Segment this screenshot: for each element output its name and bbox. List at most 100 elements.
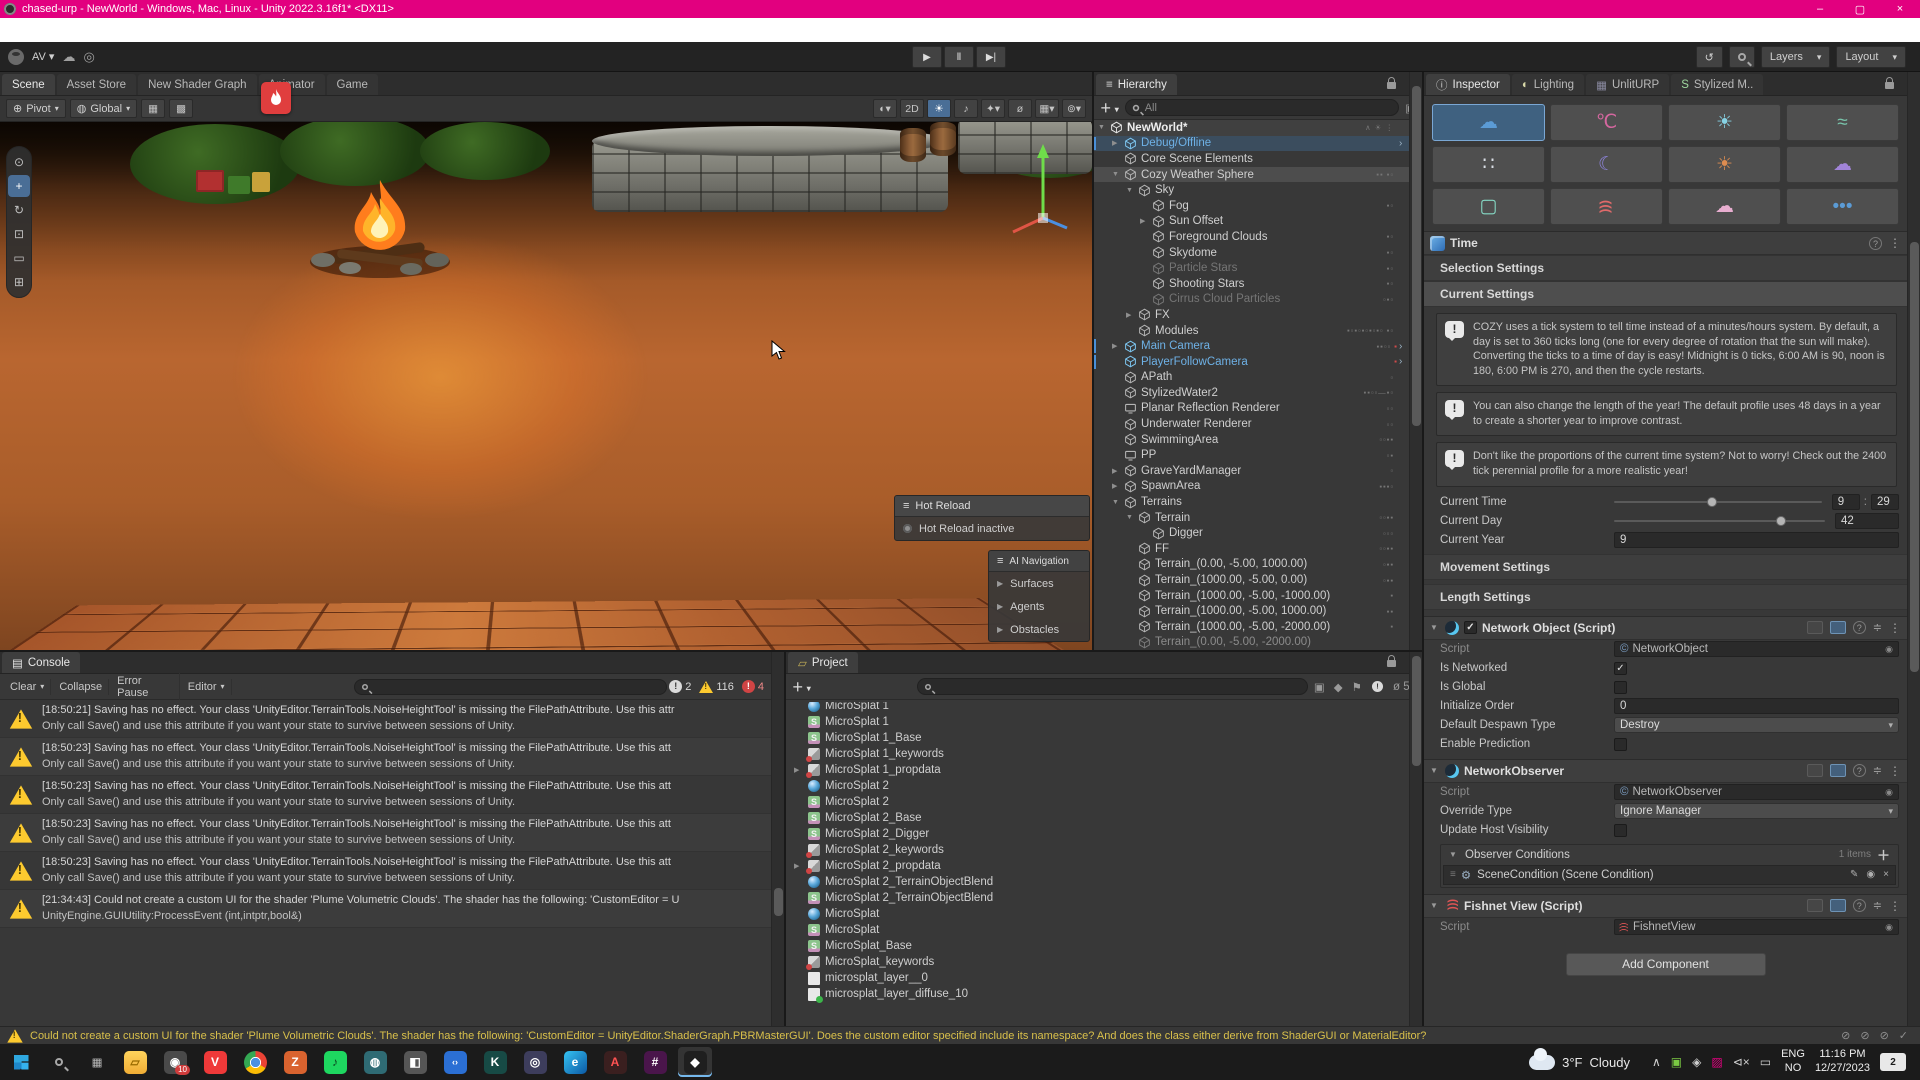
ai-navigation-item[interactable]: ▶ Surfaces (989, 572, 1089, 595)
foldout-arrow-icon[interactable]: ▼ (1430, 901, 1440, 910)
console-log-entry[interactable]: [18:50:23] Saving has no effect. Your cl… (0, 814, 771, 852)
kebab-menu-icon[interactable]: ⋮ (1889, 764, 1901, 778)
asset-filter-icon[interactable]: ◆ (1334, 680, 1343, 694)
current-time-minutes-field[interactable]: 29 (1871, 494, 1899, 510)
ai-navigation-header[interactable]: ≡ AI Navigation (989, 551, 1089, 572)
default-despawn-dropdown[interactable]: Destroy▾ (1614, 717, 1899, 733)
lock-icon[interactable] (1387, 660, 1396, 667)
ai-navigation-item[interactable]: ▶ Agents (989, 595, 1089, 618)
preset-sliders-icon[interactable]: ≑ (1873, 899, 1882, 912)
error-pause-button[interactable]: Error Pause (111, 673, 180, 701)
menu-item[interactable] (308, 18, 330, 42)
mute-notifications-icon[interactable]: ⊘ (1841, 1029, 1850, 1042)
hierarchy-row[interactable]: ▶ GraveYardManager ▫ (1094, 463, 1409, 479)
debug-view-icon[interactable] (1830, 764, 1846, 777)
project-asset-row[interactable]: MicroSplat 2_TerrainObjectBlend (808, 890, 1409, 906)
time-component-header[interactable]: Time ? ⋮ (1424, 231, 1907, 255)
undo-history-button[interactable]: ↺ (1696, 46, 1723, 68)
selection-settings-header[interactable]: Selection Settings (1424, 255, 1907, 281)
scene-lighting-toggle[interactable]: ☀ (927, 99, 951, 118)
hierarchy-row[interactable]: APath ▫ (1094, 370, 1409, 386)
taskbar-weather[interactable]: 3°F Cloudy (1529, 1055, 1630, 1070)
foldout-arrow-icon[interactable]: ▼ (1430, 766, 1440, 775)
scene-tool-button[interactable]: ⊞ (8, 271, 30, 293)
object-picker-icon[interactable]: ◉ (1885, 787, 1893, 798)
foldout-arrow-icon[interactable]: ▶ (1112, 139, 1122, 147)
inspector-tab[interactable]: ⓘ Inspector (1426, 74, 1510, 95)
step-button[interactable]: ▶| (976, 46, 1006, 68)
hierarchy-row[interactable]: Skydome ▪▫ (1094, 245, 1409, 261)
grid-visibility-dropdown[interactable]: ▦▾ (1035, 99, 1059, 118)
hierarchy-row[interactable]: StylizedWater2 ▪▪▫▫—▪▫ (1094, 385, 1409, 401)
inspector-tab[interactable]: ▦ UnlitURP (1586, 74, 1669, 95)
project-asset-row[interactable]: MicroSplat (808, 906, 1409, 922)
help-icon[interactable]: ? (1869, 237, 1882, 250)
hierarchy-row[interactable]: Terrain_(1000.00, -5.00, 1000.00) ▪▪ (1094, 603, 1409, 619)
menu-item[interactable] (176, 18, 198, 42)
menu-item[interactable] (132, 18, 154, 42)
current-settings-header[interactable]: Current Settings (1424, 281, 1907, 307)
hierarchy-row[interactable]: ▼ Cozy Weather Sphere ▪▪ ▪▫ (1094, 167, 1409, 183)
update-host-visibility-checkbox[interactable] (1614, 824, 1627, 837)
object-picker-icon[interactable]: ◉ (1885, 644, 1893, 655)
project-asset-row[interactable]: MicroSplat 2_Digger (808, 826, 1409, 842)
scene-tool-button[interactable]: + (8, 175, 30, 197)
remove-icon[interactable]: × (1883, 869, 1889, 880)
project-asset-row[interactable]: MicroSplat_Base (808, 938, 1409, 954)
notification-center-button[interactable]: 2 (1880, 1053, 1906, 1071)
hierarchy-row[interactable]: Terrain_(1000.00, -5.00, -1000.00) ▪ (1094, 588, 1409, 604)
hierarchy-row[interactable]: PlayerFollowCamera ▪ › (1094, 354, 1409, 370)
project-asset-row[interactable]: MicroSplat (808, 922, 1409, 938)
menu-item[interactable] (330, 18, 352, 42)
global-dropdown[interactable]: ◍ Global ▾ (70, 99, 137, 118)
project-asset-row[interactable]: MicroSplat_keywords (808, 954, 1409, 970)
menu-item[interactable] (286, 18, 308, 42)
task-view-button[interactable]: ▦ (80, 1047, 114, 1077)
inspector-scrollbar[interactable] (1907, 72, 1920, 1026)
prefab-chevron-icon[interactable]: › (1399, 138, 1409, 149)
slider-knob[interactable] (1776, 516, 1786, 526)
scene-audio-toggle[interactable]: ♪ (954, 99, 978, 118)
hierarchy-row[interactable]: Foreground Clouds ▪▫ (1094, 229, 1409, 245)
title-bar[interactable]: chased-urp - NewWorld - Windows, Mac, Li… (0, 0, 1920, 18)
hierarchy-row[interactable]: Terrain_(0.00, -5.00, 1000.00) ▫▪▪ (1094, 557, 1409, 573)
is-global-checkbox[interactable] (1614, 681, 1627, 694)
2d-toggle[interactable]: 2D (900, 99, 924, 118)
search-button[interactable] (1729, 46, 1755, 68)
hierarchy-row[interactable]: ▼ Terrains (1094, 494, 1409, 510)
scene-viewport[interactable]: ⊙+↻⊡▭⊞ ≡ Hot Reload Hot Reload inactive … (0, 122, 1092, 650)
foldout-arrow-icon[interactable]: ▶ (1112, 482, 1122, 490)
add-asset-button[interactable]: ＋ ▾ (792, 679, 811, 695)
hierarchy-row[interactable]: FF ▫▫▪▪ (1094, 541, 1409, 557)
shading-mode-dropdown[interactable]: ◐▾ (873, 99, 897, 118)
ethernet-icon[interactable]: ▭ (1760, 1055, 1771, 1069)
foldout-arrow-icon[interactable]: ▶ (794, 766, 799, 774)
help-icon[interactable]: ? (1853, 621, 1866, 634)
kebab-menu-icon[interactable]: ⋮ (1889, 899, 1901, 913)
edit-pencil-icon[interactable]: ✎ (1850, 869, 1858, 880)
movement-settings-header[interactable]: Movement Settings (1424, 554, 1907, 580)
prefab-chevron-icon[interactable]: › (1399, 356, 1409, 367)
hierarchy-row[interactable]: ▶ FX (1094, 307, 1409, 323)
menu-item[interactable] (264, 18, 286, 42)
drag-handle-icon[interactable]: ≡ (1450, 869, 1455, 880)
label-filter-icon[interactable]: ⚑ (1352, 680, 1362, 694)
component-enabled-checkbox[interactable]: ✓ (1464, 621, 1477, 634)
hierarchy-row[interactable]: Cirrus Cloud Particles ▫▪▫ (1094, 292, 1409, 308)
debug-view-icon[interactable] (1830, 621, 1846, 634)
menu-item[interactable] (88, 18, 110, 42)
fishnet-view-header[interactable]: ▼ ((( Fishnet View (Script) ? ≑ ⋮ (1424, 894, 1907, 918)
scene-tool-button[interactable]: ↻ (8, 199, 30, 221)
current-year-field[interactable]: 9 (1614, 532, 1899, 548)
scene-view-tab[interactable]: Scene (2, 74, 55, 95)
kebab-menu-icon[interactable]: ⋮ (1889, 621, 1901, 635)
project-asset-row[interactable]: ▶ MicroSplat 1_propdata (808, 762, 1409, 778)
menu-item[interactable] (198, 18, 220, 42)
console-log-entry[interactable]: [21:34:43] Could not create a custom UI … (0, 890, 771, 928)
inspector-tab[interactable]: S Stylized M.. (1671, 74, 1763, 95)
start-button[interactable] (4, 1047, 38, 1077)
hierarchy-row[interactable]: PP ▫▪ (1094, 447, 1409, 463)
foldout-arrow-icon[interactable]: ▶ (1112, 467, 1122, 475)
unity-tray-icon[interactable]: ▨ (1711, 1055, 1722, 1069)
pause-button[interactable]: Ⅱ (944, 46, 974, 68)
